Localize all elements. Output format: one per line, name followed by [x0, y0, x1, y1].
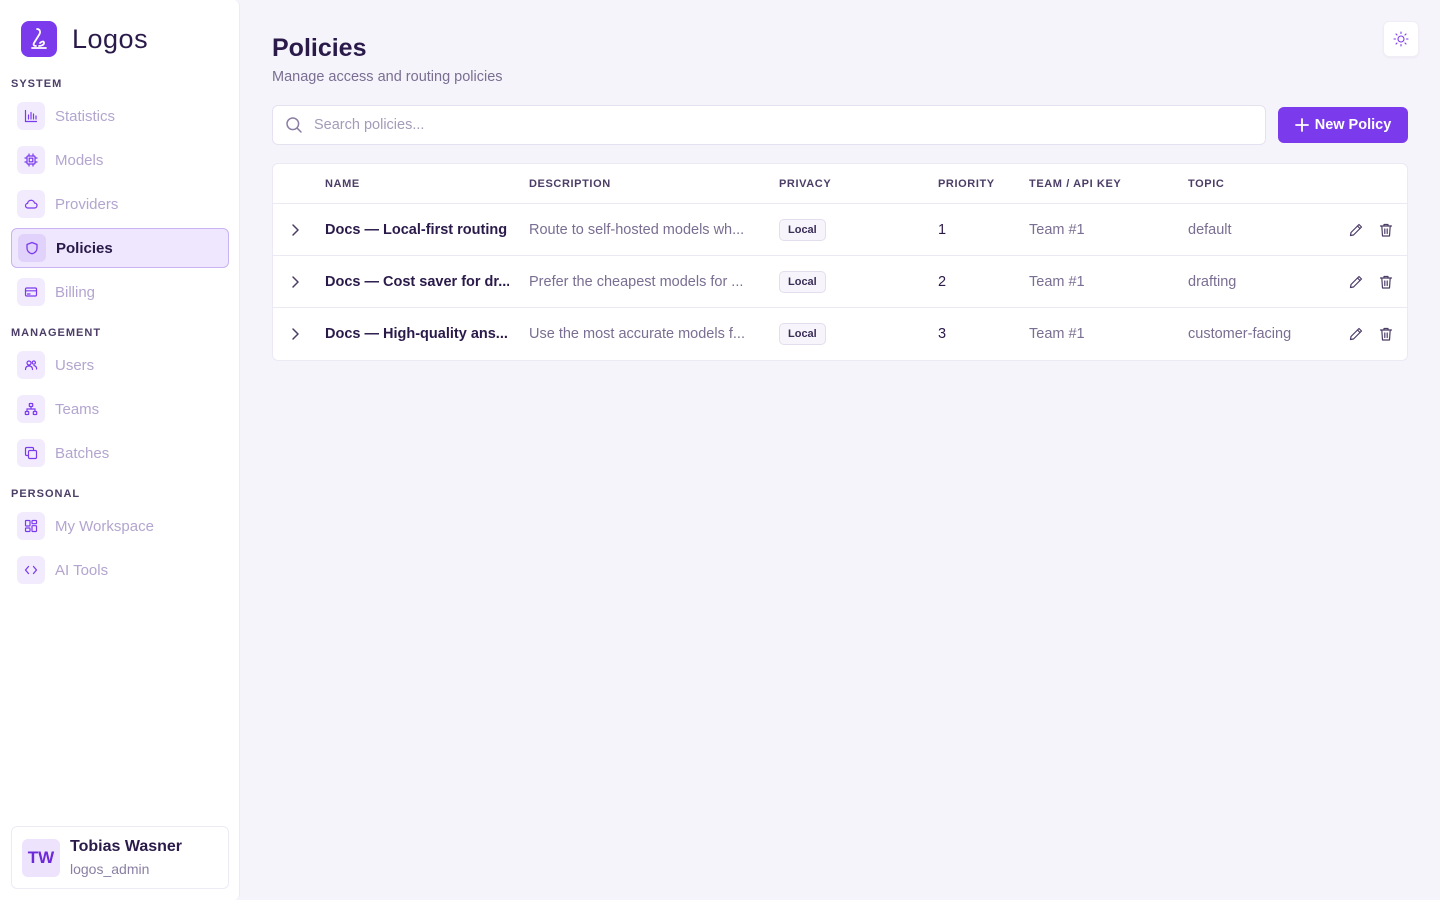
policy-topic: customer-facing — [1188, 326, 1292, 342]
policy-topic: drafting — [1188, 274, 1237, 290]
policy-team: Team #1 — [1029, 222, 1085, 238]
bar-chart-icon — [17, 102, 45, 130]
trash-icon[interactable] — [1376, 204, 1396, 256]
sidebar-item-providers[interactable]: Providers — [11, 184, 229, 224]
new-policy-button[interactable]: New Policy — [1278, 107, 1408, 143]
policy-team: Team #1 — [1029, 274, 1085, 290]
logo-icon — [21, 21, 57, 57]
privacy-cell: Local — [779, 204, 826, 256]
sidebar-item-ai-tools[interactable]: AI Tools — [11, 550, 229, 590]
column-header-name[interactable]: NAME — [325, 178, 360, 190]
shield-icon — [18, 234, 46, 262]
users-icon — [17, 351, 45, 379]
policy-priority: 1 — [938, 222, 947, 238]
policies-table: NAME DESCRIPTION PRIVACY PRIORITY TEAM /… — [272, 163, 1408, 361]
app-name: Logos — [72, 23, 149, 54]
sidebar-item-label: My Workspace — [55, 517, 154, 535]
user-meta: Tobias Wasner logos_admin — [70, 838, 182, 877]
section-label-personal: PERSONAL — [11, 488, 81, 500]
sidebar-item-policies[interactable]: Policies — [11, 228, 229, 268]
trash-icon[interactable] — [1376, 308, 1396, 360]
policy-description: Prefer the cheapest models for ... — [529, 274, 744, 290]
policy-description: Use the most accurate models f... — [529, 326, 745, 342]
policy-description: Route to self-hosted models wh... — [529, 222, 745, 238]
theme-toggle-button[interactable] — [1383, 21, 1419, 57]
sidebar-item-users[interactable]: Users — [11, 345, 229, 385]
copy-icon — [17, 439, 45, 467]
pencil-icon[interactable] — [1346, 204, 1366, 256]
plus-icon — [1294, 118, 1309, 132]
sidebar-item-label: Users — [55, 356, 95, 374]
user-name: Tobias Wasner — [70, 838, 183, 855]
policy-topic: default — [1188, 222, 1232, 238]
sidebar: Logos SYSTEM Statistics Models Providers… — [0, 0, 240, 900]
network-icon — [17, 395, 45, 423]
layout-grid-icon — [17, 512, 45, 540]
column-header-description[interactable]: DESCRIPTION — [529, 178, 611, 190]
sidebar-item-label: Billing — [55, 283, 96, 301]
sidebar-item-statistics[interactable]: Statistics — [11, 96, 229, 136]
avatar: TW — [22, 838, 60, 877]
brand[interactable]: Logos — [21, 21, 148, 57]
sidebar-item-models[interactable]: Models — [11, 140, 229, 180]
privacy-badge: Local — [779, 271, 826, 293]
pencil-icon[interactable] — [1346, 256, 1366, 308]
policy-priority: 3 — [938, 326, 947, 342]
column-header-priority[interactable]: PRIORITY — [938, 178, 995, 190]
trash-icon[interactable] — [1376, 256, 1396, 308]
search-input[interactable] — [314, 117, 1214, 133]
privacy-badge: Local — [779, 219, 826, 241]
sidebar-item-label: Batches — [55, 444, 110, 462]
sidebar-item-billing[interactable]: Billing — [11, 272, 229, 312]
column-header-team[interactable]: TEAM / API KEY — [1029, 178, 1121, 190]
new-policy-label: New Policy — [1314, 117, 1392, 133]
chevron-right-icon[interactable] — [285, 308, 305, 360]
policy-priority: 2 — [938, 274, 947, 290]
chevron-right-icon[interactable] — [285, 256, 305, 308]
policy-name: Docs — High-quality ans... — [325, 326, 508, 342]
user-card[interactable]: TW Tobias Wasner logos_admin — [11, 826, 229, 889]
privacy-cell: Local — [779, 308, 826, 360]
search-box — [272, 105, 1266, 145]
sidebar-item-label: Policies — [56, 239, 113, 257]
sidebar-item-label: Models — [55, 151, 104, 169]
section-label-management: MANAGEMENT — [11, 327, 102, 339]
cpu-icon — [17, 146, 45, 174]
pencil-icon[interactable] — [1346, 308, 1366, 360]
column-header-privacy[interactable]: PRIVACY — [779, 178, 831, 190]
credit-card-icon — [17, 278, 45, 306]
policy-team: Team #1 — [1029, 326, 1085, 342]
page-subtitle: Manage access and routing policies — [272, 69, 503, 85]
sidebar-item-label: Statistics — [55, 107, 116, 125]
table-row[interactable]: Docs — High-quality ans... Use the most … — [273, 308, 1407, 360]
privacy-cell: Local — [779, 256, 826, 308]
page-title: Policies — [272, 34, 367, 62]
sidebar-item-my-workspace[interactable]: My Workspace — [11, 506, 229, 546]
policy-name: Docs — Local-first routing — [325, 222, 508, 238]
user-role: logos_admin — [70, 861, 150, 877]
search-icon — [285, 116, 303, 134]
sidebar-item-label: Teams — [55, 400, 100, 418]
sidebar-item-label: AI Tools — [55, 561, 109, 579]
table-header: NAME DESCRIPTION PRIVACY PRIORITY TEAM /… — [273, 164, 1407, 204]
policy-name: Docs — Cost saver for dr... — [325, 274, 509, 290]
section-label-system: SYSTEM — [11, 78, 63, 90]
chevron-right-icon[interactable] — [285, 204, 305, 256]
sidebar-item-batches[interactable]: Batches — [11, 433, 229, 473]
privacy-badge: Local — [779, 323, 826, 345]
code-icon — [17, 556, 45, 584]
table-row[interactable]: Docs — Cost saver for dr... Prefer the c… — [273, 256, 1407, 308]
table-row[interactable]: Docs — Local-first routing Route to self… — [273, 204, 1407, 256]
sidebar-item-label: Providers — [55, 195, 119, 213]
sidebar-item-teams[interactable]: Teams — [11, 389, 229, 429]
cloud-icon — [17, 190, 45, 218]
column-header-topic[interactable]: TOPIC — [1188, 178, 1224, 190]
sun-icon — [1393, 31, 1409, 47]
